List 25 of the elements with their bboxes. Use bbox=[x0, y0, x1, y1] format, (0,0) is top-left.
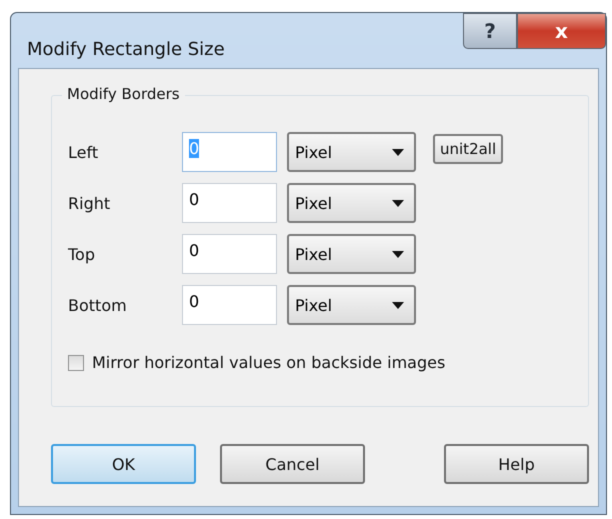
help-button[interactable]: ? bbox=[463, 13, 517, 49]
field-label: Right bbox=[68, 194, 112, 212]
unit-to-all-button[interactable]: unit2all bbox=[433, 134, 504, 164]
close-button[interactable]: x bbox=[517, 13, 606, 49]
input-field[interactable]: 0 bbox=[182, 285, 277, 325]
dropdown-arrow-icon bbox=[392, 148, 404, 156]
dialog-button[interactable]: Cancel bbox=[220, 444, 365, 484]
dropdown-arrow-icon bbox=[392, 302, 404, 308]
input-field[interactable]: 0 bbox=[182, 234, 277, 274]
checkbox-label: Mirror horizontal values on backside images bbox=[92, 353, 446, 372]
unit-dropdown[interactable]: Pixel bbox=[287, 285, 416, 325]
unit-dropdown[interactable]: Pixel bbox=[287, 183, 416, 223]
group-title: Modify Borders bbox=[62, 85, 185, 103]
field-label: Bottom bbox=[68, 296, 128, 314]
dialog-button[interactable]: Help bbox=[444, 444, 589, 484]
unit-dropdown[interactable]: Pixel bbox=[287, 234, 416, 274]
field-label: Left bbox=[68, 142, 100, 162]
dialog-button[interactable]: OK bbox=[51, 444, 196, 484]
dropdown-arrow-icon bbox=[392, 200, 404, 206]
window-title: Modify Rectangle Size bbox=[27, 39, 225, 60]
checkbox[interactable] bbox=[68, 354, 84, 370]
dropdown-arrow-icon bbox=[392, 250, 404, 258]
field-label: Top bbox=[68, 244, 96, 264]
unit-dropdown[interactable]: Pixel bbox=[287, 132, 416, 172]
input-field[interactable]: 0 bbox=[182, 183, 277, 223]
